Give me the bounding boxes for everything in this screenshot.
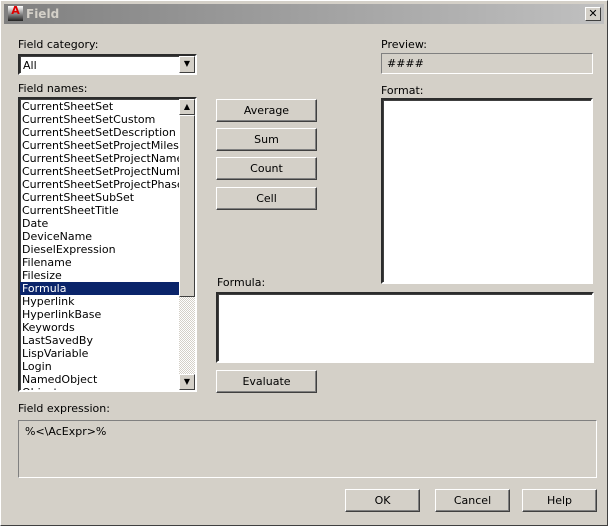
field-names-label: Field names: bbox=[18, 82, 88, 95]
scroll-down-icon[interactable]: ▼ bbox=[179, 374, 195, 390]
window-title: Field bbox=[26, 7, 60, 21]
list-item[interactable]: CurrentSheetSubSet bbox=[20, 191, 180, 204]
field-category-value: All bbox=[23, 59, 37, 72]
list-item[interactable]: CurrentSheetSetProjectPhase bbox=[20, 178, 180, 191]
cancel-button[interactable]: Cancel bbox=[435, 489, 510, 512]
chevron-down-icon[interactable]: ▼ bbox=[179, 56, 195, 73]
list-item[interactable]: HyperlinkBase bbox=[20, 308, 180, 321]
field-expression-value: %<\AcExpr>% bbox=[25, 425, 107, 438]
field-category-select[interactable]: All ▼ bbox=[18, 54, 197, 75]
preview-value: #### bbox=[387, 57, 424, 70]
list-item[interactable]: CurrentSheetTitle bbox=[20, 204, 180, 217]
average-button[interactable]: Average bbox=[216, 99, 317, 122]
field-expression-label: Field expression: bbox=[18, 402, 110, 415]
autocad-logo-icon: A bbox=[8, 5, 23, 21]
list-item[interactable]: CurrentSheetSetProjectMilestone bbox=[20, 139, 180, 152]
list-item[interactable]: CurrentSheetSet bbox=[20, 100, 180, 113]
preview-box: #### bbox=[381, 53, 593, 74]
formula-label: Formula: bbox=[217, 276, 266, 289]
list-item[interactable]: NamedObject bbox=[20, 373, 180, 386]
list-item[interactable]: Login bbox=[20, 360, 180, 373]
format-list[interactable] bbox=[381, 98, 593, 284]
scrollbar[interactable]: ▲ ▼ bbox=[179, 99, 195, 390]
list-item[interactable]: Object bbox=[20, 386, 180, 390]
sum-button[interactable]: Sum bbox=[216, 128, 317, 151]
list-item[interactable]: LispVariable bbox=[20, 347, 180, 360]
list-item[interactable]: DieselExpression bbox=[20, 243, 180, 256]
close-button[interactable]: ✕ bbox=[585, 7, 601, 21]
ok-button[interactable]: OK bbox=[345, 489, 420, 512]
preview-label: Preview: bbox=[381, 38, 427, 51]
scroll-up-icon[interactable]: ▲ bbox=[179, 99, 195, 115]
list-item[interactable]: Hyperlink bbox=[20, 295, 180, 308]
list-item[interactable]: Filesize bbox=[20, 269, 180, 282]
list-item[interactable]: Formula bbox=[20, 282, 180, 295]
field-dialog: A Field ✕ Field category: All ▼ Field na… bbox=[0, 0, 608, 526]
help-button[interactable]: Help bbox=[522, 489, 597, 512]
list-item[interactable]: LastSavedBy bbox=[20, 334, 180, 347]
list-item[interactable]: Date bbox=[20, 217, 180, 230]
evaluate-button[interactable]: Evaluate bbox=[216, 370, 317, 393]
field-expression-box: %<\AcExpr>% bbox=[18, 420, 597, 478]
count-button[interactable]: Count bbox=[216, 157, 317, 180]
title-bar: A Field ✕ bbox=[4, 4, 604, 24]
field-category-label: Field category: bbox=[18, 38, 99, 51]
list-item[interactable]: CurrentSheetSetCustom bbox=[20, 113, 180, 126]
list-item[interactable]: CurrentSheetSetProjectName bbox=[20, 152, 180, 165]
list-item[interactable]: Filename bbox=[20, 256, 180, 269]
list-item[interactable]: DeviceName bbox=[20, 230, 180, 243]
list-item[interactable]: Keywords bbox=[20, 321, 180, 334]
cell-button[interactable]: Cell bbox=[216, 187, 317, 210]
scroll-thumb[interactable] bbox=[179, 115, 195, 297]
formula-input[interactable] bbox=[216, 292, 594, 363]
list-item[interactable]: CurrentSheetSetProjectNumber bbox=[20, 165, 180, 178]
field-names-list[interactable]: CurrentSheetSet CurrentSheetSetCustom Curr… bbox=[18, 97, 197, 392]
list-item[interactable]: CurrentSheetSetDescription bbox=[20, 126, 180, 139]
format-label: Format: bbox=[381, 84, 424, 97]
